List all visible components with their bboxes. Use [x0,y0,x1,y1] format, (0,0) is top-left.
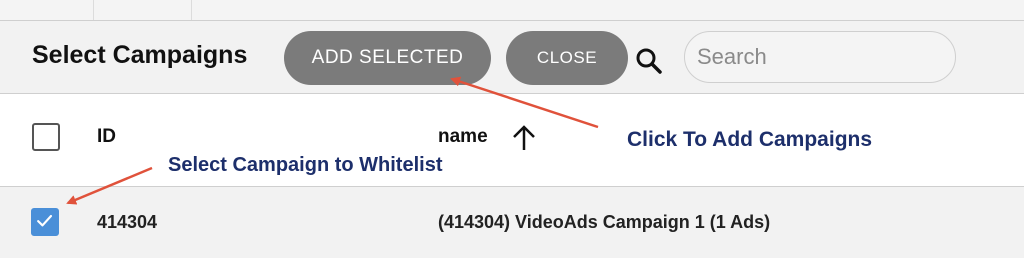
add-selected-button[interactable]: ADD SELECTED [284,31,491,85]
row-id: 414304 [97,212,158,232]
dialog-toolbar: Select Campaigns ADD SELECTED CLOSE [0,21,1024,94]
top-strip [0,0,1024,21]
column-header-id[interactable]: ID [97,126,116,148]
close-button[interactable]: CLOSE [506,31,628,85]
search-icon[interactable] [634,46,664,76]
top-divider [191,0,192,20]
dialog-title: Select Campaigns [32,41,248,69]
checkmark-icon [37,214,53,227]
select-all-checkbox[interactable] [32,123,60,151]
table-row[interactable]: 414304 (414304) VideoAds Campaign 1 (1 A… [0,187,1024,258]
row-checkbox[interactable] [31,208,59,236]
column-header-name[interactable]: name [438,126,488,148]
row-name: (414304) VideoAds Campaign 1 (1 Ads) [438,212,771,232]
annotation-select-hint: Select Campaign to Whitelist [168,154,443,176]
annotation-add-hint: Click To Add Campaigns [627,128,873,151]
arrow-up-icon[interactable] [511,124,537,152]
search-input[interactable] [684,31,956,83]
top-divider [93,0,94,20]
